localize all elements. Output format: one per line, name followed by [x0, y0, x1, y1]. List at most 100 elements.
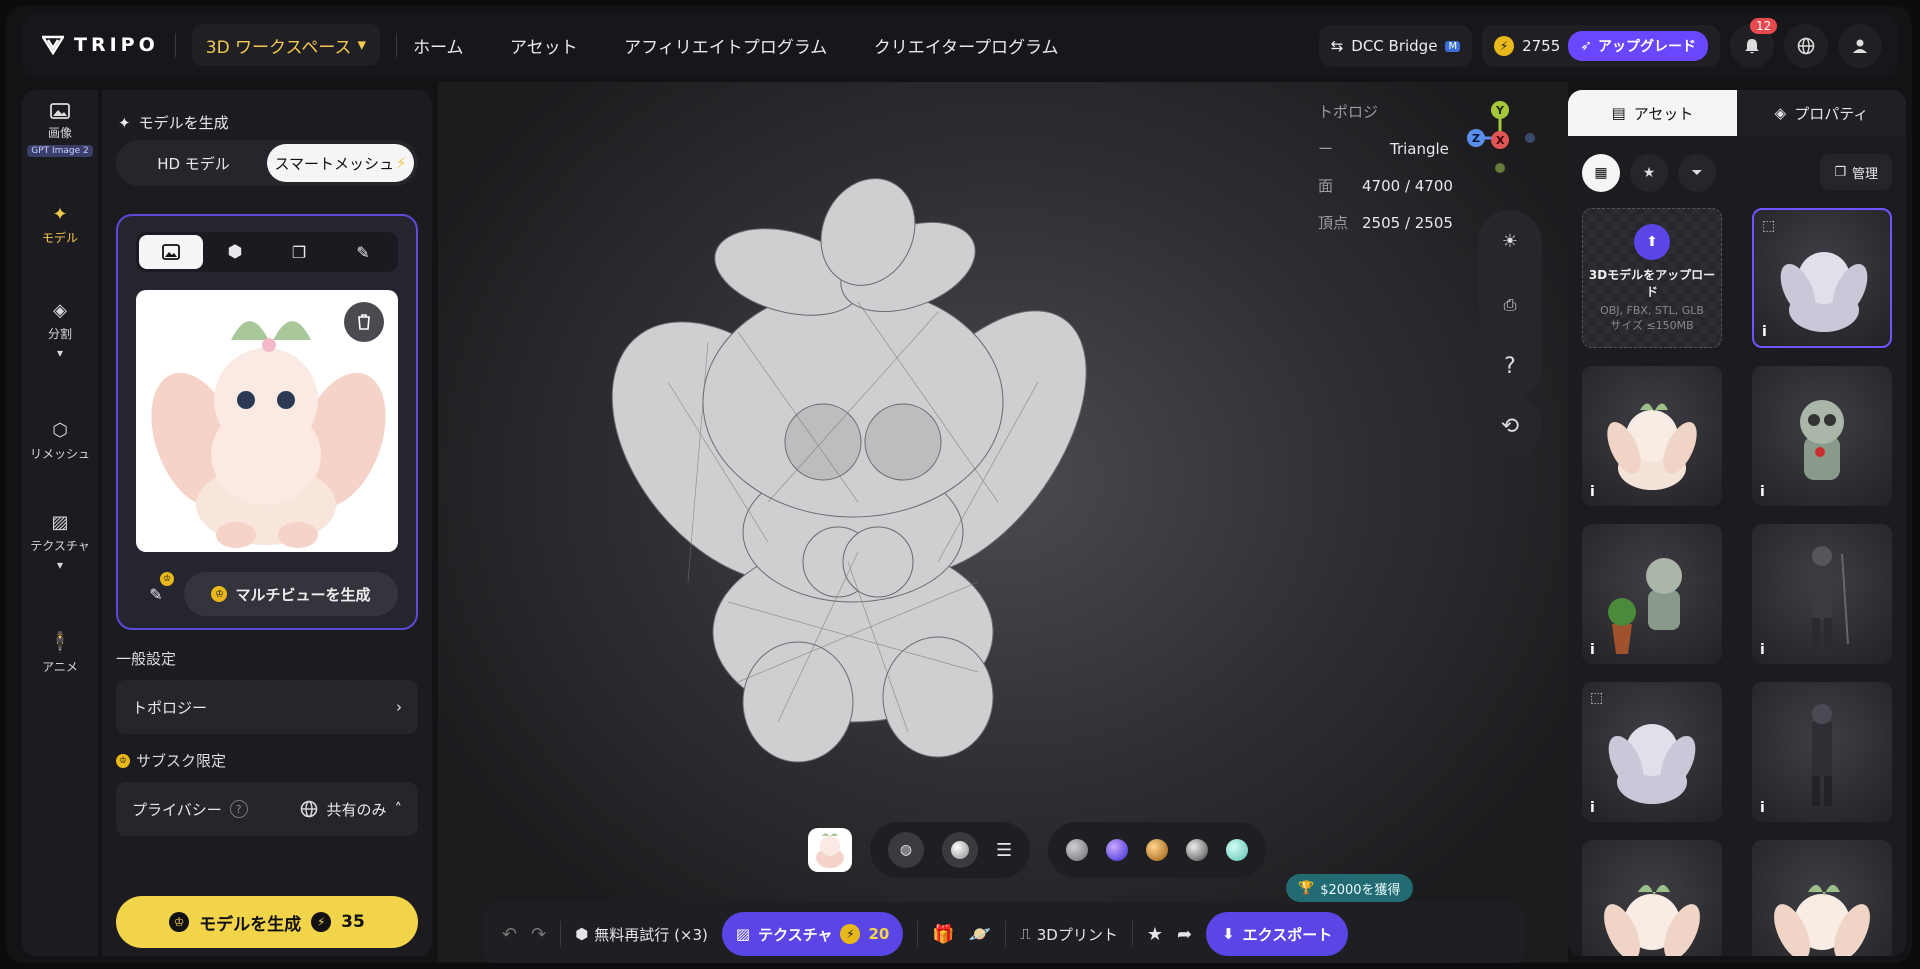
asset-tile[interactable]: ⬚ i — [1582, 682, 1722, 822]
notifications-button[interactable]: 12 — [1730, 18, 1778, 68]
3d-input-tab[interactable]: ⬢ — [203, 235, 267, 269]
workspace-dropdown[interactable]: 3D ワークスペース ▾ — [191, 24, 381, 66]
free-retry-button[interactable]: ⬢ 無料再試行 (×3) — [575, 924, 708, 945]
funnel-icon: ⏷ — [1691, 165, 1703, 181]
redo-icon[interactable]: ↷ — [531, 924, 546, 945]
help-icon[interactable]: ? — [229, 800, 248, 818]
rail-item-segment[interactable]: ◈ 分割 ▾ — [22, 300, 98, 360]
info-icon[interactable]: i — [1762, 324, 1767, 340]
promo-badge[interactable]: 🏆 $2000を獲得 — [1286, 874, 1413, 902]
asset-tile[interactable]: i — [1582, 524, 1722, 664]
rail-item-image[interactable]: 画像 GPT Image 2 — [22, 102, 98, 157]
sliders-icon[interactable]: ☰ — [996, 840, 1012, 861]
material-holo[interactable] — [1106, 839, 1129, 861]
dcc-bridge-button[interactable]: ⇆ DCC Bridge M — [1318, 25, 1473, 67]
filter-all[interactable]: ▦ — [1582, 154, 1620, 192]
planet-icon[interactable]: 🪐 — [969, 924, 991, 945]
rail-item-animation[interactable]: 🕴 アニメ — [22, 630, 98, 675]
asset-tile[interactable]: i — [1582, 840, 1722, 956]
privacy-select[interactable]: 共有のみ ˄ — [300, 799, 402, 820]
retry-label: 無料再試行 (×3) — [594, 925, 708, 944]
credits-pill[interactable]: ⚡ 2755 ➶ アップグレード — [1482, 25, 1720, 67]
material-gold[interactable] — [1146, 839, 1169, 861]
multi-image-tab[interactable]: ❐ — [267, 235, 331, 269]
tab-assets[interactable]: ▤ アセット — [1568, 90, 1737, 136]
asset-tile[interactable]: i — [1752, 366, 1892, 506]
nav-affiliate[interactable]: アフィリエイトプログラム — [624, 38, 827, 58]
info-icon[interactable]: i — [1760, 484, 1765, 500]
privacy-row[interactable]: プライバシー ? 共有のみ ˄ — [116, 782, 418, 836]
info-icon[interactable]: i — [1760, 642, 1765, 658]
reference-thumbnail[interactable] — [808, 828, 852, 872]
upgrade-button[interactable]: ➶ アップグレード — [1568, 31, 1708, 61]
single-image-tab[interactable] — [139, 235, 203, 269]
sketch-tab[interactable]: ✎ — [331, 235, 395, 269]
gpt-image-chip: GPT Image 2 — [27, 145, 93, 157]
tripo-logo[interactable]: TRIPO — [42, 34, 159, 56]
filter-favorites[interactable]: ★ — [1630, 154, 1668, 192]
asset-tile[interactable]: ⬚ i — [1752, 208, 1892, 348]
axis-gizmo[interactable]: Y Z X — [1462, 98, 1542, 188]
share-icon[interactable]: ➦ — [1177, 924, 1192, 945]
generate-panel: ✦ モデルを生成 HD モデル スマートメッシュ ⚡ ⬢ ❐ ✎ ✎ ♔ ♔ マ… — [102, 90, 432, 956]
wireframe-mode-icon[interactable]: ◍ — [888, 832, 924, 868]
caret-down-icon: ▾ — [56, 558, 64, 572]
promo-label: $2000を獲得 — [1320, 882, 1401, 898]
language-button[interactable] — [1784, 24, 1828, 68]
gift-icon[interactable]: 🎁 — [932, 924, 954, 945]
asset-tile[interactable]: i — [1752, 524, 1892, 664]
nav-creator[interactable]: クリエイタープログラム — [874, 38, 1059, 58]
generate-multiview-button[interactable]: ♔ マルチビューを生成 — [184, 572, 398, 616]
account-button[interactable] — [1838, 24, 1882, 68]
edit-image-button[interactable]: ✎ ♔ — [136, 572, 176, 616]
tab-properties[interactable]: ◈ プロパティ — [1737, 90, 1906, 136]
help-button[interactable]: ? — [1478, 334, 1542, 398]
history-button[interactable]: ⟲ — [1478, 394, 1542, 458]
hd-model-option[interactable]: HD モデル — [120, 144, 267, 182]
3d-viewport[interactable]: トポロジー Triangle 面 4700 / 4700 頂点 2505 / 2505… — [438, 82, 1568, 963]
material-mint[interactable] — [1226, 839, 1249, 861]
snapshot-icon[interactable]: ⎙ — [1504, 295, 1517, 315]
verts-key: 頂点 — [1318, 214, 1349, 232]
rail-item-texture[interactable]: ▨ テクスチャ ▾ — [22, 512, 98, 572]
layers-icon: ◈ — [1774, 104, 1787, 122]
material-chrome[interactable] — [1186, 839, 1209, 861]
3d-print-button[interactable]: ⎍ 3Dプリント — [1020, 924, 1118, 945]
manage-icon: ❐ — [1834, 164, 1846, 180]
material-clay[interactable] — [1066, 839, 1089, 861]
favorite-icon[interactable]: ★ — [1147, 924, 1163, 945]
info-icon[interactable]: i — [1590, 800, 1595, 816]
info-icon[interactable]: i — [1760, 800, 1765, 816]
solid-mode-icon[interactable] — [942, 832, 978, 868]
bell-icon — [1745, 39, 1759, 54]
export-button[interactable]: ⬇ エクスポート — [1206, 912, 1349, 956]
info-icon[interactable]: i — [1590, 642, 1595, 658]
upload-3d-model-tile[interactable]: ⬆ 3Dモデルをアップロード OBJ, FBX, STL, GLB サイズ ≤1… — [1582, 208, 1722, 348]
model-mode-toggle: HD モデル スマートメッシュ ⚡ — [116, 140, 418, 186]
lighting-icon[interactable]: ☀ — [1502, 231, 1518, 252]
filter-funnel[interactable]: ⏷ — [1678, 154, 1716, 192]
remesh-icon: ⬡ — [52, 420, 68, 441]
asset-tile[interactable]: i — [1582, 366, 1722, 506]
shading-modes: ◍ ☰ — [870, 822, 1031, 878]
manage-button[interactable]: ❐ 管理 — [1820, 154, 1892, 190]
generate-model-button[interactable]: ♔ モデルを生成 ⚡ 35 — [116, 896, 418, 948]
asset-thumbnail — [1800, 400, 1844, 480]
delete-image-button[interactable] — [344, 302, 384, 342]
undo-icon[interactable]: ↶ — [502, 924, 517, 945]
asset-tile[interactable]: i — [1752, 682, 1892, 822]
info-icon[interactable]: i — [1590, 484, 1595, 500]
download-icon: ⬇ — [1222, 925, 1235, 943]
topology-row[interactable]: トポロジー › — [116, 680, 418, 734]
asset-tile[interactable]: i — [1752, 840, 1892, 956]
panel-title-text: モデルを生成 — [138, 114, 229, 132]
material-presets — [1048, 822, 1267, 878]
rail-item-remesh[interactable]: ⬡ リメッシュ — [22, 420, 98, 462]
nav-assets[interactable]: アセット — [510, 38, 578, 58]
rail-item-model[interactable]: ✦ モデル — [22, 204, 98, 274]
smart-mesh-option[interactable]: スマートメッシュ ⚡ — [267, 144, 414, 182]
subscription-label: サブスク限定 — [136, 752, 227, 770]
nav-home[interactable]: ホーム — [413, 38, 464, 58]
chevron-right-icon: › — [396, 698, 402, 716]
texture-button[interactable]: ▨ テクスチャ ⚡ 20 — [721, 912, 904, 956]
